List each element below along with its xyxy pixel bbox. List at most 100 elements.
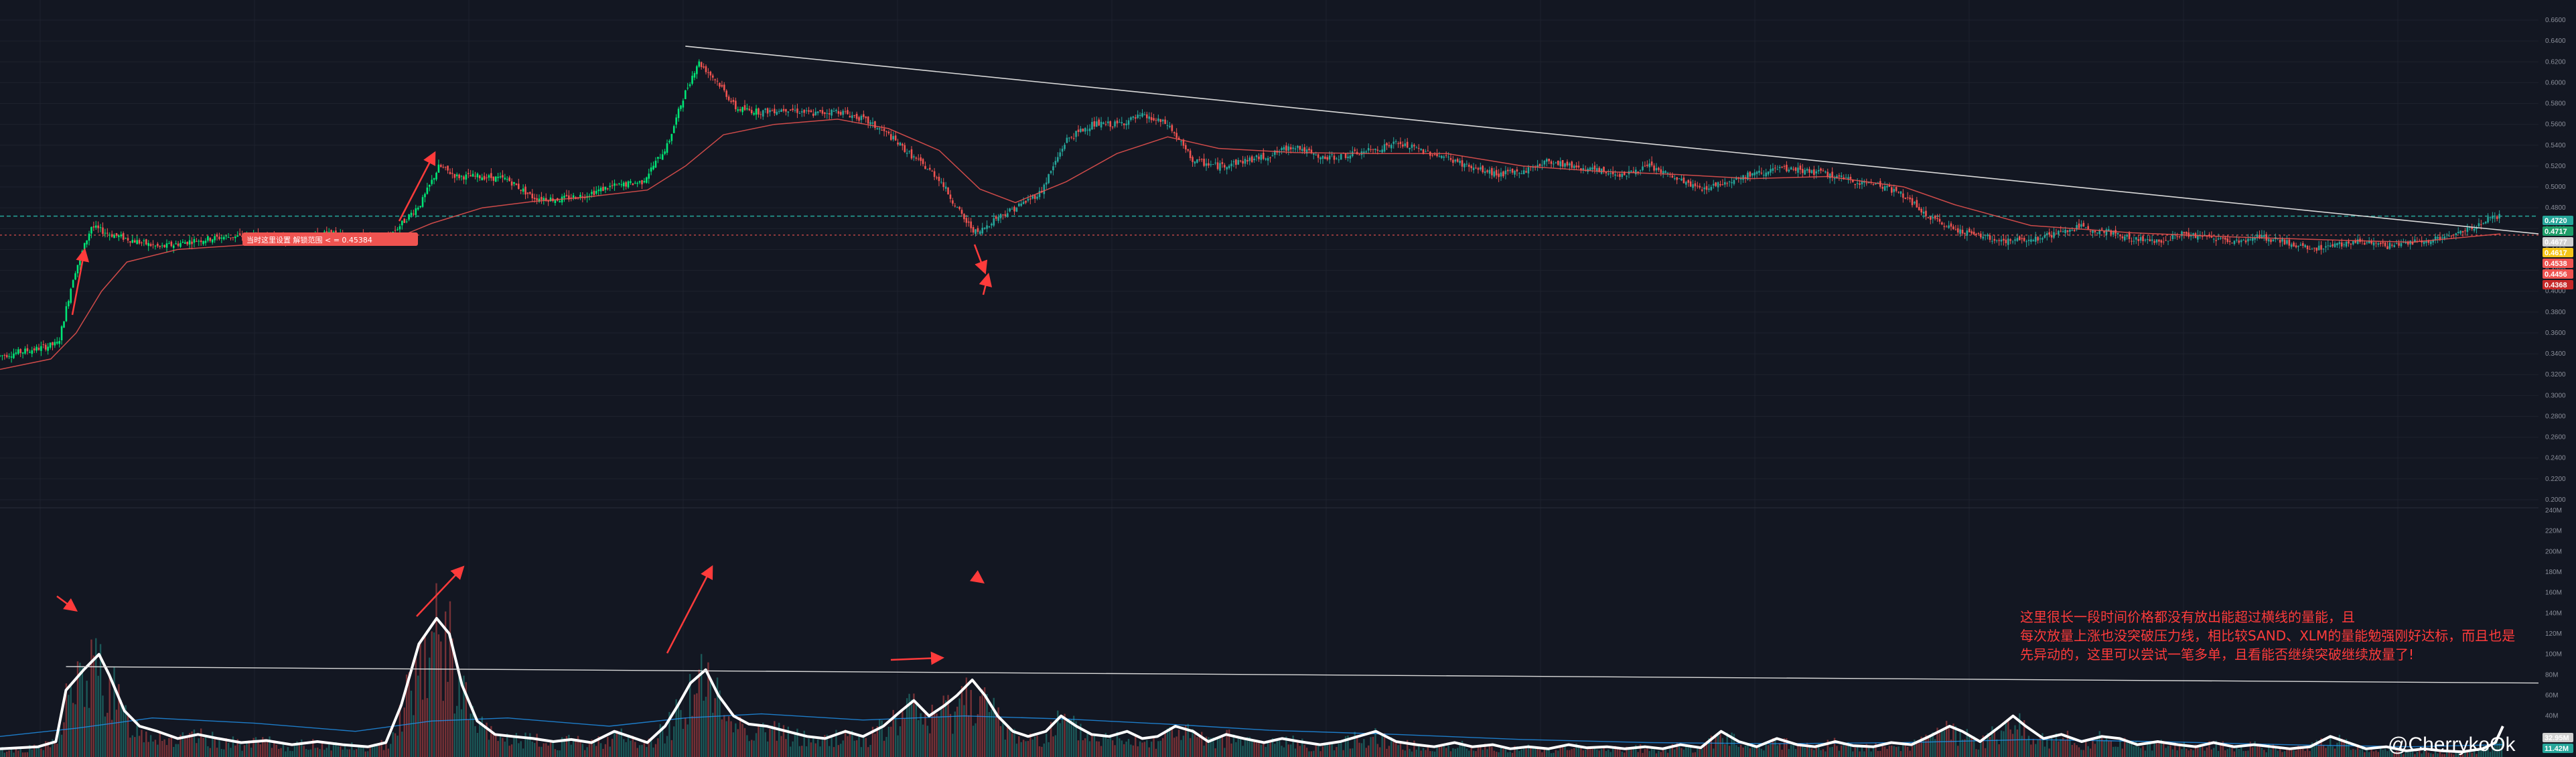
candle-body (967, 221, 970, 223)
volume-bar (1425, 750, 1427, 757)
flag-label-text: 当时这里设置 解锁范围 < = 0.45384 (246, 235, 372, 245)
volume-bar (1082, 740, 1084, 757)
volume-bar (2354, 750, 2356, 757)
price-badge-label: 0.4677 (2545, 238, 2567, 247)
volume-bar (2058, 741, 2060, 757)
volume-bar (1171, 729, 1173, 757)
candle-body (2005, 239, 2007, 243)
candle-body (750, 110, 753, 113)
volume-bar (1310, 751, 1313, 757)
volume-bar (285, 751, 287, 757)
volume-bar (812, 736, 814, 757)
volume-bar (88, 707, 90, 757)
candle-body (1751, 173, 1754, 176)
volume-bar (56, 744, 58, 757)
volume-bar (358, 746, 360, 757)
candle-body (792, 109, 794, 111)
candle-body (1801, 169, 1804, 174)
volume-bar (1546, 750, 1548, 757)
candle-body (1886, 186, 1888, 188)
volume-bar (1841, 745, 1843, 757)
volume-bar (1358, 742, 1360, 757)
candle-body (2466, 227, 2469, 232)
candle-body (1929, 216, 1932, 220)
candle-body (1221, 162, 1224, 164)
volume-bar (2295, 750, 2297, 757)
volume-bar (1216, 738, 1219, 757)
volume-tick-label: 40M (2545, 713, 2558, 720)
candle-body (2356, 239, 2359, 245)
volume-bar (92, 655, 95, 757)
candle-body (47, 346, 49, 351)
candle-body (502, 175, 504, 178)
candle-body (2142, 236, 2144, 242)
candle-body (1372, 149, 1374, 150)
volume-bar (2181, 749, 2183, 757)
candle-body (858, 117, 860, 121)
volume-bar (1182, 736, 1185, 757)
candle-body (1495, 169, 1498, 176)
watermark-text: @CherrykoOk (2388, 734, 2516, 756)
candle-body (1004, 214, 1007, 216)
price-volume-chart[interactable]: 0.66000.64000.62000.60000.58000.56000.54… (0, 0, 2576, 757)
candle-body (646, 177, 648, 183)
candle-body (1705, 186, 1708, 190)
volume-bar (502, 738, 504, 757)
volume-bar (2259, 746, 2261, 757)
candle-body (165, 243, 168, 248)
candle-body (1626, 176, 1628, 177)
volume-bar (2121, 748, 2124, 757)
candle-body (960, 210, 963, 214)
volume-bar (1059, 723, 1061, 757)
candle-body (1555, 162, 1557, 163)
volume-bar (2137, 746, 2139, 757)
volume-bar (819, 746, 821, 757)
candle-body (499, 176, 502, 178)
volume-bar (2192, 750, 2194, 757)
candle-body (1, 355, 3, 356)
candle-body (1778, 167, 1781, 168)
candle-body (2105, 229, 2108, 235)
volume-bar (1596, 749, 1598, 757)
candle-body (908, 151, 910, 152)
volume-tick-label: 180M (2545, 569, 2562, 576)
candle-body (1591, 167, 1593, 169)
candle-body (1938, 218, 1941, 222)
candle-body (1477, 167, 1480, 170)
candle-body (35, 346, 38, 351)
candle-body (844, 111, 847, 113)
candle-body (849, 115, 851, 118)
candle-body (764, 109, 766, 110)
volume-bar (1194, 731, 1196, 757)
candle-body (1344, 153, 1347, 158)
candle-body (131, 240, 134, 243)
candle-body (1417, 147, 1420, 149)
candle-body (572, 195, 575, 198)
price-tick-label: 0.6600 (2545, 17, 2566, 24)
volume-bar (2325, 748, 2327, 757)
volume-bar (2014, 725, 2016, 757)
volume-bar (867, 747, 869, 757)
volume-bar (271, 748, 273, 757)
candle-body (847, 110, 849, 115)
candle-body (2192, 233, 2194, 235)
volume-bar (1600, 749, 1603, 757)
candle-body (2155, 239, 2158, 243)
volume-bar (2117, 746, 2119, 757)
candle-body (2430, 241, 2432, 245)
candle-body (1185, 145, 1187, 149)
volume-bar (1224, 748, 1226, 757)
candle-body (1961, 229, 1964, 234)
candle-body (463, 176, 465, 180)
volume-bar (1632, 748, 1635, 757)
volume-bar (2330, 735, 2332, 757)
volume-bar (316, 747, 319, 757)
candle-body (1518, 173, 1520, 174)
volume-bar (1498, 752, 1500, 757)
volume-bar (1221, 736, 1224, 757)
volume-bar (666, 736, 668, 757)
candle-body (1488, 169, 1491, 174)
volume-bar (2030, 744, 2032, 757)
volume-bar (303, 746, 305, 757)
candle-body (2325, 246, 2327, 248)
